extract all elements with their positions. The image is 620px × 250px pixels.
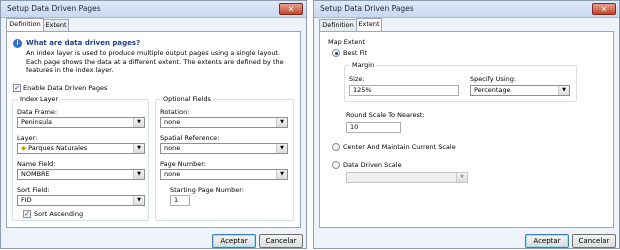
data-frame-label: Data Frame: — [17, 108, 58, 116]
tab-definition[interactable]: Definition — [319, 19, 357, 31]
chevron-down-icon: ▼ — [276, 144, 287, 153]
chevron-down-icon: ▼ — [133, 144, 144, 153]
optional-fields-group: Optional Fields Rotation: none ▼ Spatial… — [155, 95, 294, 221]
chevron-down-icon: ▼ — [558, 86, 569, 95]
tab-extent[interactable]: Extent — [356, 18, 382, 31]
chevron-down-icon: ▼ — [133, 170, 144, 179]
center-scale-label: Center And Maintain Current Scale — [343, 143, 456, 151]
rotation-label: Rotation: — [160, 108, 190, 116]
spatial-ref-select[interactable]: none ▼ — [160, 143, 288, 154]
layer-value: Parques Naturales — [28, 144, 88, 152]
round-scale-label: Round Scale To Nearest: — [346, 111, 425, 119]
best-fit-label: Best Fit — [343, 49, 368, 57]
sort-ascending-label: Sort Ascending — [34, 210, 84, 218]
close-button[interactable]: ✕ — [279, 3, 303, 15]
polygon-layer-icon: ◆ — [21, 144, 26, 152]
close-icon: ✕ — [287, 5, 295, 14]
size-label: Size: — [349, 75, 365, 83]
close-icon: ✕ — [600, 5, 608, 14]
cancel-button[interactable]: Cancelar — [259, 234, 303, 248]
map-extent-title: Map Extent — [328, 38, 365, 46]
index-layer-group: Index Layer Data Frame: Peninsula ▼ Laye… — [12, 95, 149, 221]
title-bar[interactable]: Setup Data Driven Pages ✕ — [314, 1, 619, 18]
definition-panel: i What are data driven pages? An index l… — [6, 31, 301, 228]
sort-ascending-checkbox[interactable]: ✓ — [23, 210, 31, 218]
data-driven-scale-radio[interactable] — [332, 161, 340, 169]
optional-fields-title: Optional Fields — [161, 95, 213, 103]
page-number-value: none — [164, 170, 181, 178]
starting-page-label: Starting Page Number: — [170, 186, 244, 194]
center-scale-radio[interactable] — [332, 143, 340, 151]
chevron-down-icon: ▼ — [133, 118, 144, 127]
round-scale-input[interactable]: 10 — [346, 122, 401, 133]
enable-label: Enable Data Driven Pages — [23, 84, 108, 92]
chevron-down-icon: ▼ — [276, 118, 287, 127]
margin-group: Margin Size: 125% Specify Using: Percent… — [344, 61, 577, 102]
name-field-select[interactable]: NOMBRE ▼ — [17, 169, 145, 180]
spatial-ref-value: none — [164, 144, 181, 152]
tab-extent[interactable]: Extent — [43, 19, 69, 31]
data-driven-scale-select[interactable]: ▼ — [346, 172, 468, 183]
sort-field-label: Sort Field: — [17, 186, 50, 194]
close-button[interactable]: ✕ — [592, 3, 616, 15]
extent-panel: Map Extent Best Fit Margin Size: 125% Sp… — [319, 31, 614, 228]
heading: What are data driven pages? — [26, 39, 141, 47]
data-frame-select[interactable]: Peninsula ▼ — [17, 117, 145, 128]
ok-button[interactable]: Aceptar — [212, 234, 256, 248]
size-input[interactable]: 125% — [349, 85, 459, 96]
ok-button[interactable]: Aceptar — [525, 234, 569, 248]
sort-field-value: FID — [21, 196, 32, 204]
data-driven-scale-label: Data Driven Scale — [343, 161, 402, 169]
chevron-down-icon: ▼ — [456, 173, 467, 182]
specify-using-label: Specify Using: — [470, 75, 517, 83]
specify-using-select[interactable]: Percentage ▼ — [470, 85, 570, 96]
data-frame-value: Peninsula — [21, 118, 53, 126]
title-bar[interactable]: Setup Data Driven Pages ✕ — [1, 1, 306, 18]
chevron-down-icon: ▼ — [133, 196, 144, 205]
window-title: Setup Data Driven Pages — [320, 4, 414, 13]
window-title: Setup Data Driven Pages — [7, 4, 101, 13]
extent-dialog: Setup Data Driven Pages ✕ Definition Ext… — [313, 0, 620, 249]
rotation-value: none — [164, 118, 181, 126]
starting-page-input[interactable]: 1 — [170, 195, 190, 206]
name-field-label: Name Field: — [17, 160, 56, 168]
tab-definition[interactable]: Definition — [6, 18, 44, 31]
enable-checkbox[interactable]: ✓ — [13, 84, 21, 92]
specify-using-value: Percentage — [474, 86, 511, 94]
spatial-ref-label: Spatial Reference: — [160, 134, 220, 142]
index-layer-title: Index Layer — [18, 95, 61, 103]
sort-field-select[interactable]: FID ▼ — [17, 195, 145, 206]
description: An index layer is used to produce multip… — [26, 49, 284, 74]
margin-title: Margin — [350, 61, 377, 69]
page-number-label: Page Number: — [160, 160, 206, 168]
info-icon: i — [13, 39, 22, 48]
layer-label: Layer: — [17, 134, 38, 142]
layer-select[interactable]: ◆ Parques Naturales ▼ — [17, 143, 145, 154]
chevron-down-icon: ▼ — [276, 170, 287, 179]
definition-dialog: Setup Data Driven Pages ✕ Definition Ext… — [0, 0, 307, 249]
name-field-value: NOMBRE — [21, 170, 50, 178]
page-number-select[interactable]: none ▼ — [160, 169, 288, 180]
rotation-select[interactable]: none ▼ — [160, 117, 288, 128]
best-fit-radio[interactable] — [332, 49, 340, 57]
cancel-button[interactable]: Cancelar — [572, 234, 616, 248]
